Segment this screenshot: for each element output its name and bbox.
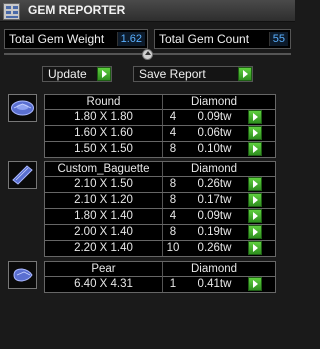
update-button[interactable]: Update <box>42 66 112 82</box>
gem-size: 1.60 X 1.60 <box>45 126 163 141</box>
total-count-label: Total Gem Count <box>159 32 250 46</box>
table-row: 2.10 X 1.50 8 0.26tw <box>44 177 276 193</box>
gem-size: 1.80 X 1.80 <box>45 110 163 125</box>
table-row: 1.50 X 1.50 8 0.10tw <box>44 142 276 158</box>
gem-quantity: 4 <box>169 210 177 222</box>
table-header: Custom_Baguette Diamond <box>44 161 276 177</box>
gem-weight: 0.06tw <box>197 127 232 139</box>
save-report-label: Save Report <box>139 67 206 81</box>
gem-weight: 0.19tw <box>197 226 232 238</box>
gem-weight: 0.17tw <box>197 194 232 206</box>
gem-quantity: 1 <box>169 278 177 290</box>
stone-type: Diamond <box>190 96 238 108</box>
save-report-button[interactable]: Save Report <box>133 66 253 82</box>
gem-quantity: 8 <box>169 178 177 190</box>
gem-size: 2.00 X 1.40 <box>45 225 163 240</box>
stone-type: Diamond <box>190 263 238 275</box>
table-row: 2.20 X 1.40 10 0.26tw <box>44 241 276 257</box>
table-row: 6.40 X 4.31 1 0.41tw <box>44 277 276 293</box>
gem-weight: 0.09tw <box>197 210 232 222</box>
gem-weight: 0.09tw <box>197 111 232 123</box>
gem-quantity: 8 <box>169 226 177 238</box>
gem-size: 2.10 X 1.50 <box>45 177 163 192</box>
select-gems-icon[interactable] <box>248 225 262 239</box>
gem-size: 2.20 X 1.40 <box>45 241 163 256</box>
select-gems-icon[interactable] <box>248 110 262 124</box>
select-gems-icon[interactable] <box>248 142 262 156</box>
update-label: Update <box>48 67 87 81</box>
select-gems-icon[interactable] <box>248 209 262 223</box>
total-weight-label: Total Gem Weight <box>9 32 105 46</box>
gem-table-round: Round Diamond 1.80 X 1.80 4 0.09tw 1.60 … <box>44 94 276 158</box>
gem-reporter-app-icon <box>3 3 20 20</box>
gem-table-pear: Pear Diamond 6.40 X 4.31 1 0.41tw <box>44 261 276 293</box>
gem-size: 6.40 X 4.31 <box>45 277 163 292</box>
table-row: 1.80 X 1.80 4 0.09tw <box>44 110 276 126</box>
window-title: GEM REPORTER <box>28 3 126 17</box>
table-row: 1.60 X 1.60 4 0.06tw <box>44 126 276 142</box>
cut-name: Round <box>45 95 163 110</box>
gem-weight: 0.26tw <box>197 178 232 190</box>
gem-quantity: 4 <box>169 127 177 139</box>
gem-weight: 0.26tw <box>197 242 232 254</box>
gem-quantity: 8 <box>169 143 177 155</box>
total-weight-field: Total Gem Weight 1.62 <box>4 29 148 49</box>
table-row: 2.00 X 1.40 8 0.19tw <box>44 225 276 241</box>
select-gems-icon[interactable] <box>248 177 262 191</box>
go-arrow-icon[interactable] <box>97 67 111 81</box>
total-weight-value: 1.62 <box>116 32 145 46</box>
pear-gem-icon <box>8 261 37 289</box>
gem-quantity: 4 <box>169 111 177 123</box>
gem-table-baguette: Custom_Baguette Diamond 2.10 X 1.50 8 0.… <box>44 161 276 257</box>
table-row: 2.10 X 1.20 8 0.17tw <box>44 193 276 209</box>
select-gems-icon[interactable] <box>248 193 262 207</box>
stats-bar: Total Gem Weight 1.62 Total Gem Count 55 <box>4 29 291 49</box>
select-gems-icon[interactable] <box>248 277 262 291</box>
title-bar: GEM REPORTER <box>0 0 295 22</box>
select-gems-icon[interactable] <box>248 126 262 140</box>
total-count-field: Total Gem Count 55 <box>154 29 291 49</box>
gem-weight: 0.41tw <box>197 278 232 290</box>
select-gems-icon[interactable] <box>248 241 262 255</box>
round-gem-icon <box>8 94 37 122</box>
gem-size: 2.10 X 1.20 <box>45 193 163 208</box>
gem-weight: 0.10tw <box>197 143 232 155</box>
gem-size: 1.80 X 1.40 <box>45 209 163 224</box>
cut-name: Custom_Baguette <box>45 162 163 177</box>
go-arrow-icon[interactable] <box>238 67 252 81</box>
table-row: 1.80 X 1.40 4 0.09tw <box>44 209 276 225</box>
collapse-icon[interactable] <box>142 49 153 60</box>
gem-quantity: 8 <box>169 194 177 206</box>
baguette-gem-icon <box>8 161 37 189</box>
table-header: Round Diamond <box>44 94 276 110</box>
stone-type: Diamond <box>190 163 238 175</box>
cut-name: Pear <box>45 262 163 277</box>
gem-quantity: 10 <box>166 242 180 254</box>
gem-size: 1.50 X 1.50 <box>45 142 163 157</box>
total-count-value: 55 <box>268 32 288 46</box>
table-header: Pear Diamond <box>44 261 276 277</box>
